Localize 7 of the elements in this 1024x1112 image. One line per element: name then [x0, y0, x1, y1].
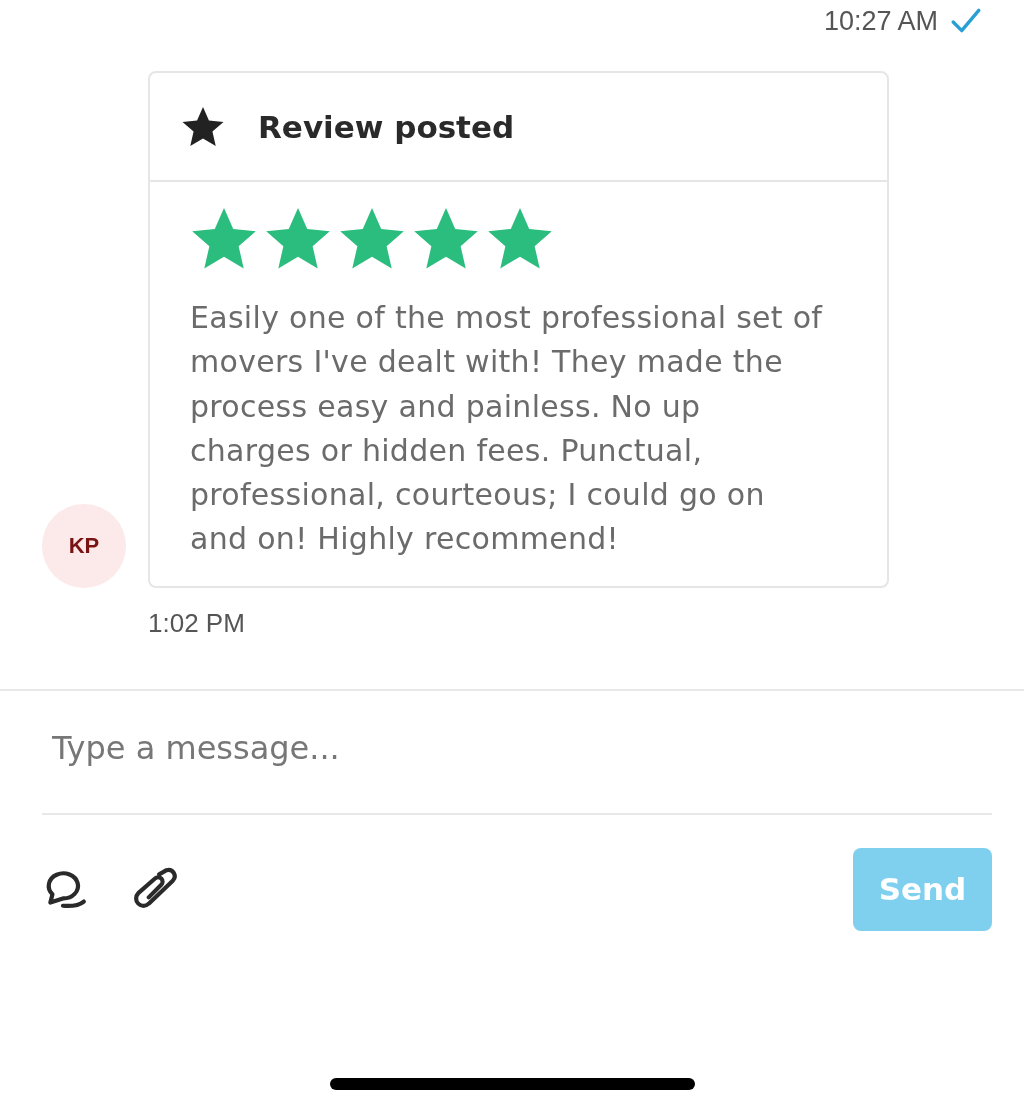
message-time: 1:02 PM — [148, 607, 246, 639]
avatar: KP — [42, 503, 126, 588]
message-field[interactable]: Type a message... — [42, 690, 992, 815]
message-time: 10:27 AM — [823, 5, 938, 37]
review-title: Review posted — [258, 108, 515, 145]
star-icon — [182, 106, 224, 147]
review-text: Easily one of the most professional set of movers I've dealt with! They made the process easy and painless. No up charges or hidden fees. Punctual, professional, courteous; I could go on and on! Highly recommend! — [190, 299, 824, 559]
